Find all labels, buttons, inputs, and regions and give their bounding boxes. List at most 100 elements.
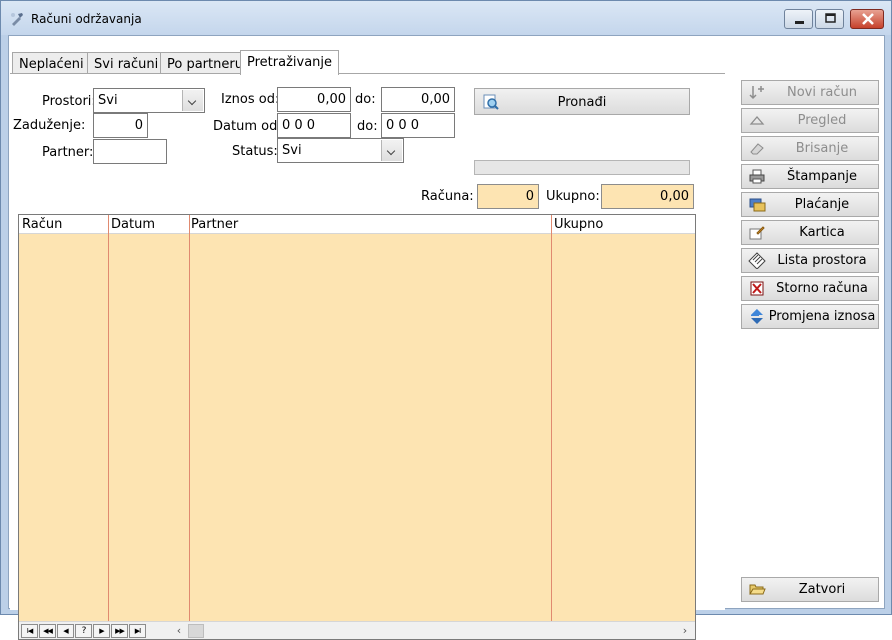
tab-label: Pretraživanje — [247, 55, 333, 70]
card-button[interactable]: Kartica — [741, 220, 879, 245]
column-header-datum[interactable]: Datum — [111, 217, 155, 232]
tab-neplaceni[interactable]: Neplaćeni — [12, 52, 91, 74]
printer-icon — [749, 169, 765, 184]
datum-do-input[interactable]: 0 0 0 — [381, 113, 455, 138]
iznos-od-value: 0,00 — [317, 92, 346, 107]
zaduzenje-input[interactable]: 0 — [93, 113, 148, 138]
iznos-do-value: 0,00 — [421, 92, 450, 107]
find-button-label: Pronađi — [557, 95, 607, 110]
status-combobox[interactable]: Svi — [277, 138, 404, 163]
nav-next-page-button[interactable]: ▶▶ — [111, 624, 128, 638]
ukupno-label: Ukupno: — [546, 189, 600, 204]
app-icon — [11, 13, 23, 26]
maximize-icon — [825, 13, 836, 23]
column-line — [551, 215, 552, 621]
nav-find-button[interactable]: ? — [75, 624, 92, 638]
tab-po-partneru[interactable]: Po partneru — [160, 52, 250, 74]
grid-header: Račun Datum Partner Ukupno — [19, 215, 695, 234]
minimize-icon — [795, 21, 804, 24]
new-invoice-button[interactable]: Novi račun — [741, 80, 879, 105]
cancel-invoice-button[interactable]: Storno računa — [741, 276, 879, 301]
zaduzenje-value: 0 — [134, 118, 143, 133]
iznos-do-label: do: — [355, 92, 376, 107]
racuna-count-field: 0 — [477, 184, 539, 209]
scroll-right-icon[interactable]: › — [678, 623, 692, 638]
minimize-button[interactable] — [784, 9, 813, 29]
card-icon — [749, 226, 765, 240]
tab-svi-racuni[interactable]: Svi računi — [87, 52, 166, 74]
title-bar[interactable]: Računi održavanja — [1, 1, 891, 35]
payment-label: Plaćanje — [794, 197, 850, 212]
preview-label: Pregled — [797, 113, 847, 128]
column-header-racun[interactable]: Račun — [22, 217, 62, 232]
iznos-do-input[interactable]: 0,00 — [381, 87, 455, 112]
scrollbar-thumb[interactable] — [188, 624, 204, 638]
column-line — [108, 215, 109, 621]
client-area: Neplaćeni Svi računi Po partneru Pretraž… — [8, 35, 885, 640]
search-tab-panel: Prostori: Svi Zaduženje: 0 Partner: Izno… — [10, 73, 725, 640]
column-line — [189, 215, 190, 621]
tab-pretrazivanje[interactable]: Pretraživanje — [240, 50, 340, 75]
nav-prev-button[interactable]: ◀ — [57, 624, 74, 638]
nav-next-button[interactable]: ▶ — [93, 624, 110, 638]
column-header-ukupno[interactable]: Ukupno — [554, 217, 603, 232]
ukupno-total-field: 0,00 — [601, 184, 694, 209]
partner-input[interactable] — [93, 139, 167, 164]
prostori-combobox[interactable]: Svi — [93, 88, 205, 113]
status-label: Status: — [232, 144, 278, 159]
delete-label: Brisanje — [795, 141, 849, 156]
new-invoice-label: Novi račun — [786, 85, 858, 100]
scroll-left-icon[interactable]: ‹ — [172, 623, 186, 638]
datum-do-label: do: — [357, 119, 378, 134]
list-spaces-button[interactable]: Lista prostora — [741, 248, 879, 273]
payment-button[interactable]: Plaćanje — [741, 192, 879, 217]
zaduzenje-label: Zaduženje: — [13, 118, 86, 133]
close-button[interactable]: Zatvori — [741, 577, 879, 602]
close-label: Zatvori — [798, 582, 846, 597]
close-window-button[interactable] — [850, 9, 884, 29]
card-label: Kartica — [799, 225, 845, 240]
partner-label: Partner: — [42, 145, 94, 160]
ukupno-total-value: 0,00 — [660, 189, 689, 204]
column-header-partner[interactable]: Partner — [191, 217, 238, 232]
print-label: Štampanje — [786, 169, 858, 184]
new-invoice-icon — [749, 86, 764, 100]
chevron-down-icon[interactable] — [381, 140, 402, 161]
window-title: Računi održavanja — [31, 12, 142, 26]
change-amount-label: Promjena iznosa — [768, 309, 876, 324]
find-button[interactable]: Pronađi — [474, 88, 690, 115]
status-value: Svi — [282, 143, 302, 158]
preview-button[interactable]: Pregled — [741, 108, 879, 133]
grid-navigator-scrollbar: I◀ ◀◀ ◀ ? ▶ ▶▶ ▶I ‹ › — [19, 621, 695, 639]
iznos-od-label: Iznos od: — [221, 92, 280, 107]
list-icon — [748, 252, 766, 269]
datum-od-value: 0 0 0 — [282, 118, 316, 133]
iznos-od-input[interactable]: 0,00 — [277, 87, 351, 112]
payment-icon — [749, 198, 766, 212]
print-button[interactable]: Štampanje — [741, 164, 879, 189]
tab-label: Neplaćeni — [19, 57, 84, 72]
nav-last-button[interactable]: ▶I — [129, 624, 146, 638]
preview-icon — [749, 116, 765, 125]
folder-open-icon — [749, 584, 766, 595]
prostori-label: Prostori: — [42, 94, 96, 109]
tab-label: Po partneru — [167, 57, 243, 72]
change-amount-button[interactable]: Promjena iznosa — [741, 304, 879, 329]
eraser-icon — [750, 143, 764, 155]
nav-first-button[interactable]: I◀ — [21, 624, 38, 638]
maximize-button[interactable] — [815, 9, 844, 29]
racuna-count-value: 0 — [525, 189, 534, 204]
cancel-invoice-icon — [750, 281, 764, 296]
delete-button[interactable]: Brisanje — [741, 136, 879, 161]
tab-label: Svi računi — [94, 57, 159, 72]
close-icon — [862, 13, 874, 25]
datum-od-label: Datum od: — [213, 119, 282, 134]
change-amount-icon — [751, 309, 763, 324]
invoices-grid[interactable]: Račun Datum Partner Ukupno I◀ ◀◀ ◀ ? ▶ ▶… — [18, 214, 696, 640]
search-progress-bar — [474, 160, 690, 175]
nav-prev-page-button[interactable]: ◀◀ — [39, 624, 56, 638]
prostori-value: Svi — [98, 93, 118, 108]
chevron-down-icon[interactable] — [182, 90, 203, 111]
app-window: Računi održavanja Neplaćeni Svi računi P… — [0, 0, 892, 640]
datum-od-input[interactable]: 0 0 0 — [277, 113, 351, 138]
